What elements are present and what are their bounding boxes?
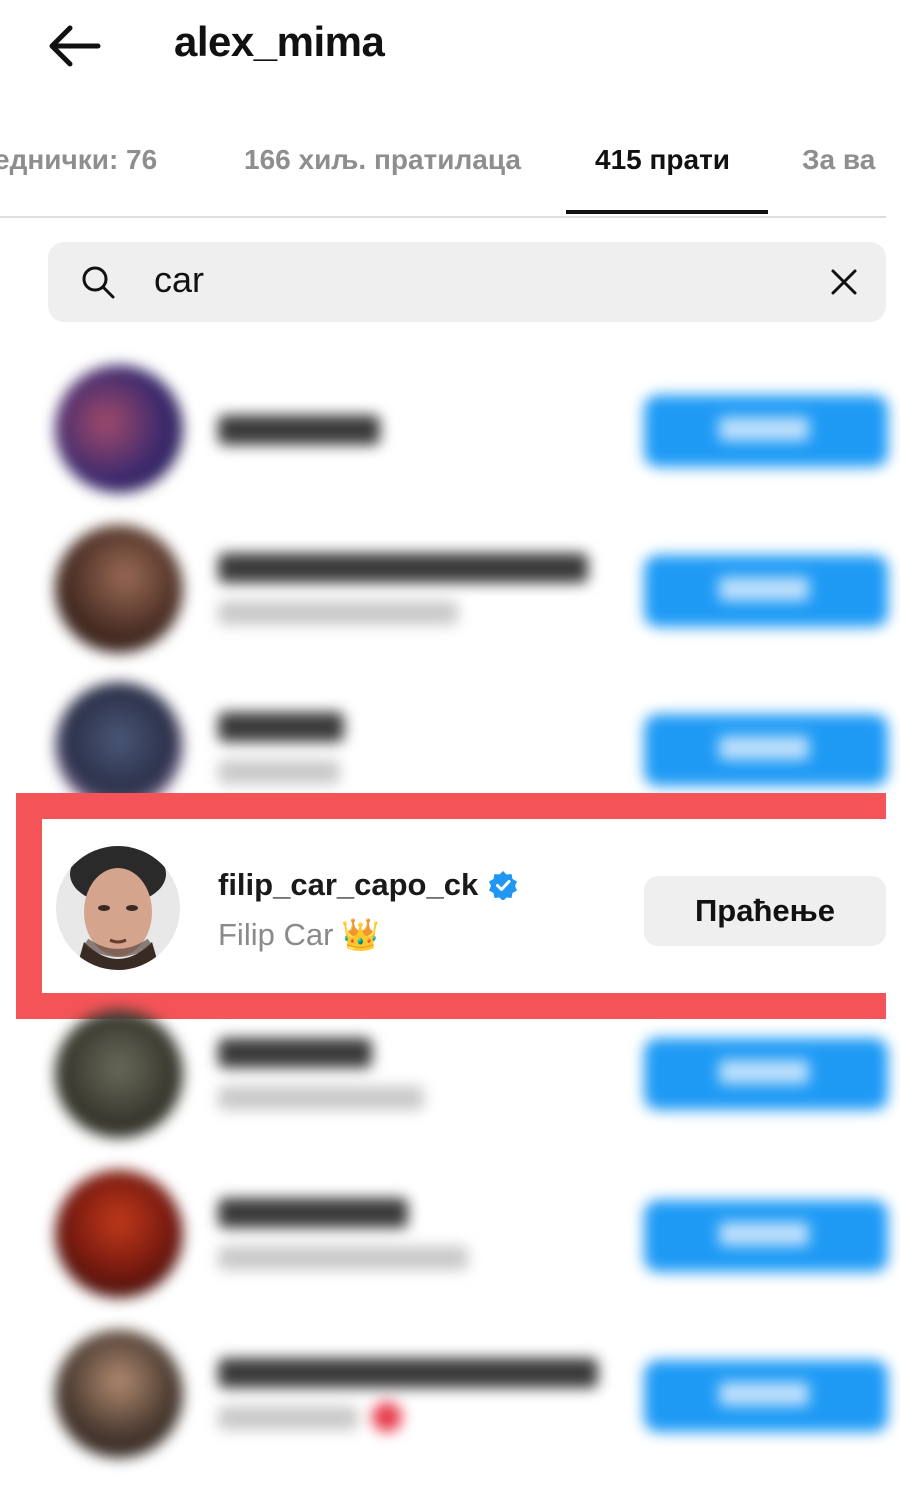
username-placeholder: [218, 415, 380, 445]
list-item[interactable]: [0, 1320, 900, 1470]
crown-emoji-icon: 👑: [341, 917, 381, 952]
follow-button[interactable]: [644, 1200, 888, 1272]
username-placeholder: [218, 1198, 408, 1228]
username-placeholder: [218, 1358, 598, 1388]
close-icon[interactable]: [828, 266, 860, 298]
list-item-highlighted[interactable]: filip_car_capo_ck Filip Car 👑 Праћење: [16, 819, 886, 993]
display-name: Filip Car 👑: [218, 916, 380, 953]
page-title: alex_mima: [174, 18, 385, 65]
tab-for-you[interactable]: За ва: [802, 144, 875, 176]
active-tab-indicator: [566, 210, 768, 214]
username-placeholder: [218, 712, 344, 742]
tab-followers[interactable]: 166 хиљ. пратилаца: [244, 144, 521, 176]
follow-button[interactable]: [644, 395, 888, 467]
follow-button[interactable]: [644, 1360, 888, 1432]
list-item[interactable]: [0, 1160, 900, 1310]
search-icon: [82, 266, 115, 299]
display-name-placeholder: [218, 601, 458, 625]
username-placeholder: [218, 553, 588, 583]
search-input[interactable]: car: [154, 259, 204, 301]
avatar: [55, 1330, 183, 1458]
top-bar: alex_mima: [0, 0, 900, 100]
avatar: [56, 846, 180, 970]
follow-button[interactable]: [644, 714, 888, 786]
list-item[interactable]: [0, 515, 900, 665]
avatar: [55, 682, 183, 810]
username[interactable]: filip_car_capo_ck: [218, 867, 518, 903]
follow-button[interactable]: [644, 555, 888, 627]
tab-mutual[interactable]: еднички: 76: [0, 144, 157, 176]
verified-badge-icon: [489, 871, 518, 900]
display-name-text: Filip Car: [218, 916, 334, 952]
list-item[interactable]: [0, 1000, 900, 1150]
tab-following[interactable]: 415 прати: [595, 144, 730, 176]
display-name-placeholder: [218, 760, 340, 784]
avatar: [55, 1170, 183, 1298]
tab-bar: еднички: 76 166 хиљ. пратилаца 415 прати…: [0, 118, 886, 218]
display-name-placeholder: [218, 1406, 358, 1430]
username-text: filip_car_capo_ck: [218, 867, 479, 902]
back-arrow-icon[interactable]: [44, 22, 104, 70]
display-name-placeholder: [218, 1246, 468, 1270]
heart-emoji-icon: [372, 1402, 402, 1432]
username-placeholder: [218, 1038, 372, 1068]
list-item[interactable]: [0, 355, 900, 505]
following-button[interactable]: Праћење: [644, 876, 886, 946]
avatar: [55, 525, 183, 653]
avatar: [55, 365, 183, 493]
follow-button[interactable]: [644, 1038, 888, 1110]
display-name-placeholder: [218, 1086, 424, 1110]
search-bar[interactable]: car: [48, 242, 886, 322]
avatar: [55, 1010, 183, 1138]
